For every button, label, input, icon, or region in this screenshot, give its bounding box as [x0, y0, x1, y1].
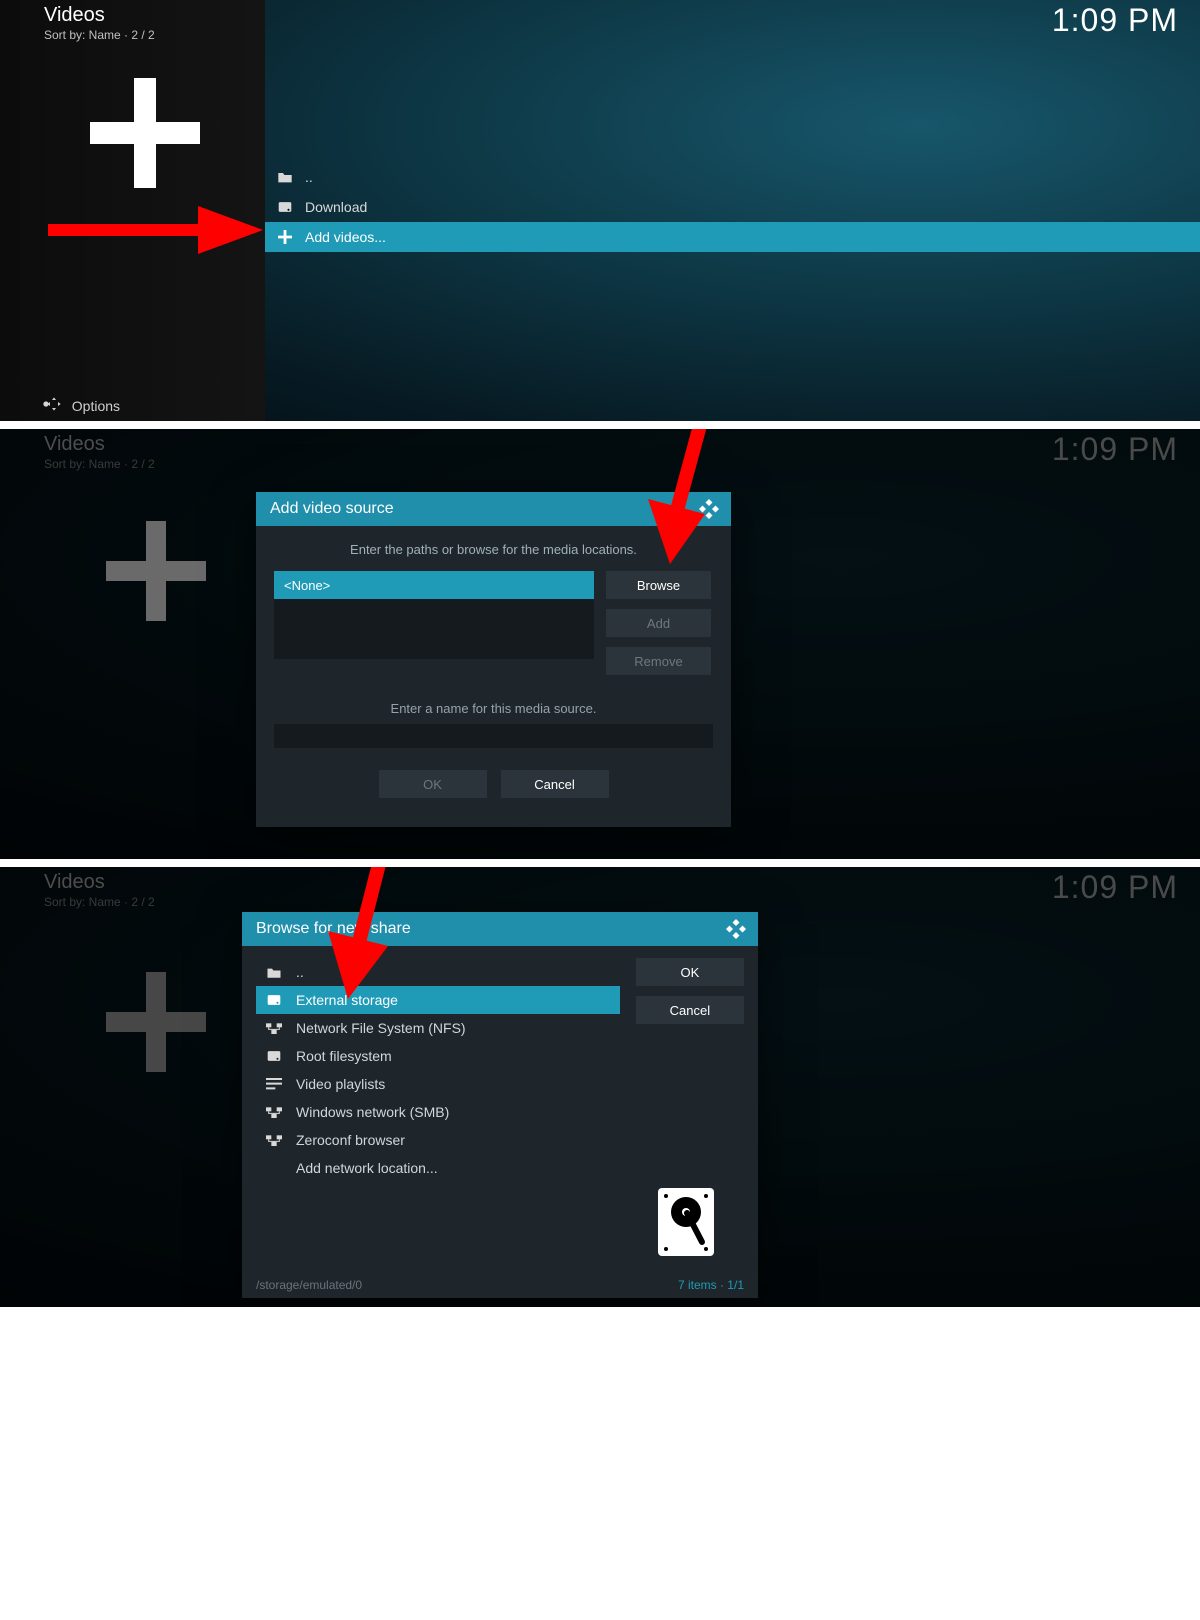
browse-share-dialog: Browse for new share .. External storage…	[242, 912, 758, 1298]
clock: 1:09 PM	[1052, 431, 1178, 468]
panel-browse-share: Videos Sort by: Name · 2 / 2 1:09 PM Bro…	[0, 867, 1200, 1307]
list-item-zeroconf[interactable]: Zeroconf browser	[256, 1126, 620, 1154]
gear-icon	[38, 396, 62, 415]
dialog-header: Browse for new share	[242, 912, 758, 946]
folder-up-icon	[264, 966, 284, 979]
network-icon	[264, 1134, 284, 1146]
add-button[interactable]: Add	[606, 609, 711, 637]
list-item-nfs[interactable]: Network File System (NFS)	[256, 1014, 620, 1042]
list-item-label: External storage	[296, 992, 398, 1008]
folder-up-icon	[265, 170, 305, 184]
options-button[interactable]: Options	[38, 396, 120, 415]
add-source-big-plus	[106, 521, 206, 621]
list-item-add-network-location[interactable]: Add network location...	[256, 1154, 620, 1182]
drive-icon	[264, 1049, 284, 1063]
kodi-logo-icon	[724, 917, 748, 941]
list-item-up[interactable]: ..	[265, 162, 1200, 192]
plus-icon	[265, 230, 305, 244]
list-item-label: ..	[296, 964, 304, 980]
dialog-instruction: Enter the paths or browse for the media …	[274, 536, 713, 571]
network-icon	[264, 1022, 284, 1034]
list-item-label: Add network location...	[296, 1160, 438, 1176]
add-video-source-dialog: Add video source Enter the paths or brow…	[256, 492, 731, 827]
network-icon	[264, 1106, 284, 1118]
file-list: .. External storage Network File System …	[256, 958, 620, 1182]
clock: 1:09 PM	[1052, 869, 1178, 906]
dialog-title: Add video source	[270, 500, 394, 518]
playlist-icon	[264, 1078, 284, 1090]
add-source-big-plus	[90, 78, 200, 188]
list-item-label: Network File System (NFS)	[296, 1020, 466, 1036]
list-item-label: Video playlists	[296, 1076, 385, 1092]
drive-icon	[265, 200, 305, 214]
drive-preview-icon	[654, 1186, 718, 1258]
panel-videos-list: Videos Sort by: Name · 2 / 2 1:09 PM .. …	[0, 0, 1200, 421]
media-name-input[interactable]	[274, 724, 713, 748]
ok-button[interactable]: OK	[379, 770, 487, 798]
list-item-label: Add videos...	[305, 229, 386, 245]
remove-button[interactable]: Remove	[606, 647, 711, 675]
list-item-label: Root filesystem	[296, 1048, 392, 1064]
dialog-footer: /storage/emulated/0 7 items · 1/1	[256, 1278, 744, 1292]
clock: 1:09 PM	[1052, 2, 1178, 39]
ok-button[interactable]: OK	[636, 958, 744, 986]
sidebar	[0, 0, 265, 421]
page-title: Videos	[44, 871, 105, 894]
footer-count: 7 items · 1/1	[678, 1278, 744, 1292]
dialog-instruction-2: Enter a name for this media source.	[274, 701, 713, 716]
kodi-logo-icon	[697, 497, 721, 521]
drive-icon	[264, 993, 284, 1007]
browse-button[interactable]: Browse	[606, 571, 711, 599]
options-label: Options	[72, 398, 120, 414]
page-title: Videos	[44, 4, 105, 27]
list-item-download[interactable]: Download	[265, 192, 1200, 222]
path-selected[interactable]: <None>	[274, 571, 594, 599]
cancel-button[interactable]: Cancel	[636, 996, 744, 1024]
page-title: Videos	[44, 433, 105, 456]
paths-list[interactable]: <None>	[274, 571, 594, 659]
list-item-label: Zeroconf browser	[296, 1132, 405, 1148]
list-item-external-storage[interactable]: External storage	[256, 986, 620, 1014]
list-item-root[interactable]: Root filesystem	[256, 1042, 620, 1070]
page-subtitle: Sort by: Name · 2 / 2	[44, 457, 155, 471]
list-item-video-playlists[interactable]: Video playlists	[256, 1070, 620, 1098]
page-subtitle: Sort by: Name · 2 / 2	[44, 28, 155, 42]
list-item-label: Download	[305, 199, 367, 215]
list-item-smb[interactable]: Windows network (SMB)	[256, 1098, 620, 1126]
list-item-up[interactable]: ..	[256, 958, 620, 986]
dialog-header: Add video source	[256, 492, 731, 526]
dialog-title: Browse for new share	[256, 920, 411, 938]
list-item-label: Windows network (SMB)	[296, 1104, 449, 1120]
page-subtitle: Sort by: Name · 2 / 2	[44, 895, 155, 909]
list-item-label: ..	[305, 169, 313, 185]
add-source-big-plus	[106, 972, 206, 1072]
panel-add-video-source: Videos Sort by: Name · 2 / 2 1:09 PM Add…	[0, 429, 1200, 859]
list-item-add-videos[interactable]: Add videos...	[265, 222, 1200, 252]
footer-path: /storage/emulated/0	[256, 1278, 362, 1292]
cancel-button[interactable]: Cancel	[501, 770, 609, 798]
